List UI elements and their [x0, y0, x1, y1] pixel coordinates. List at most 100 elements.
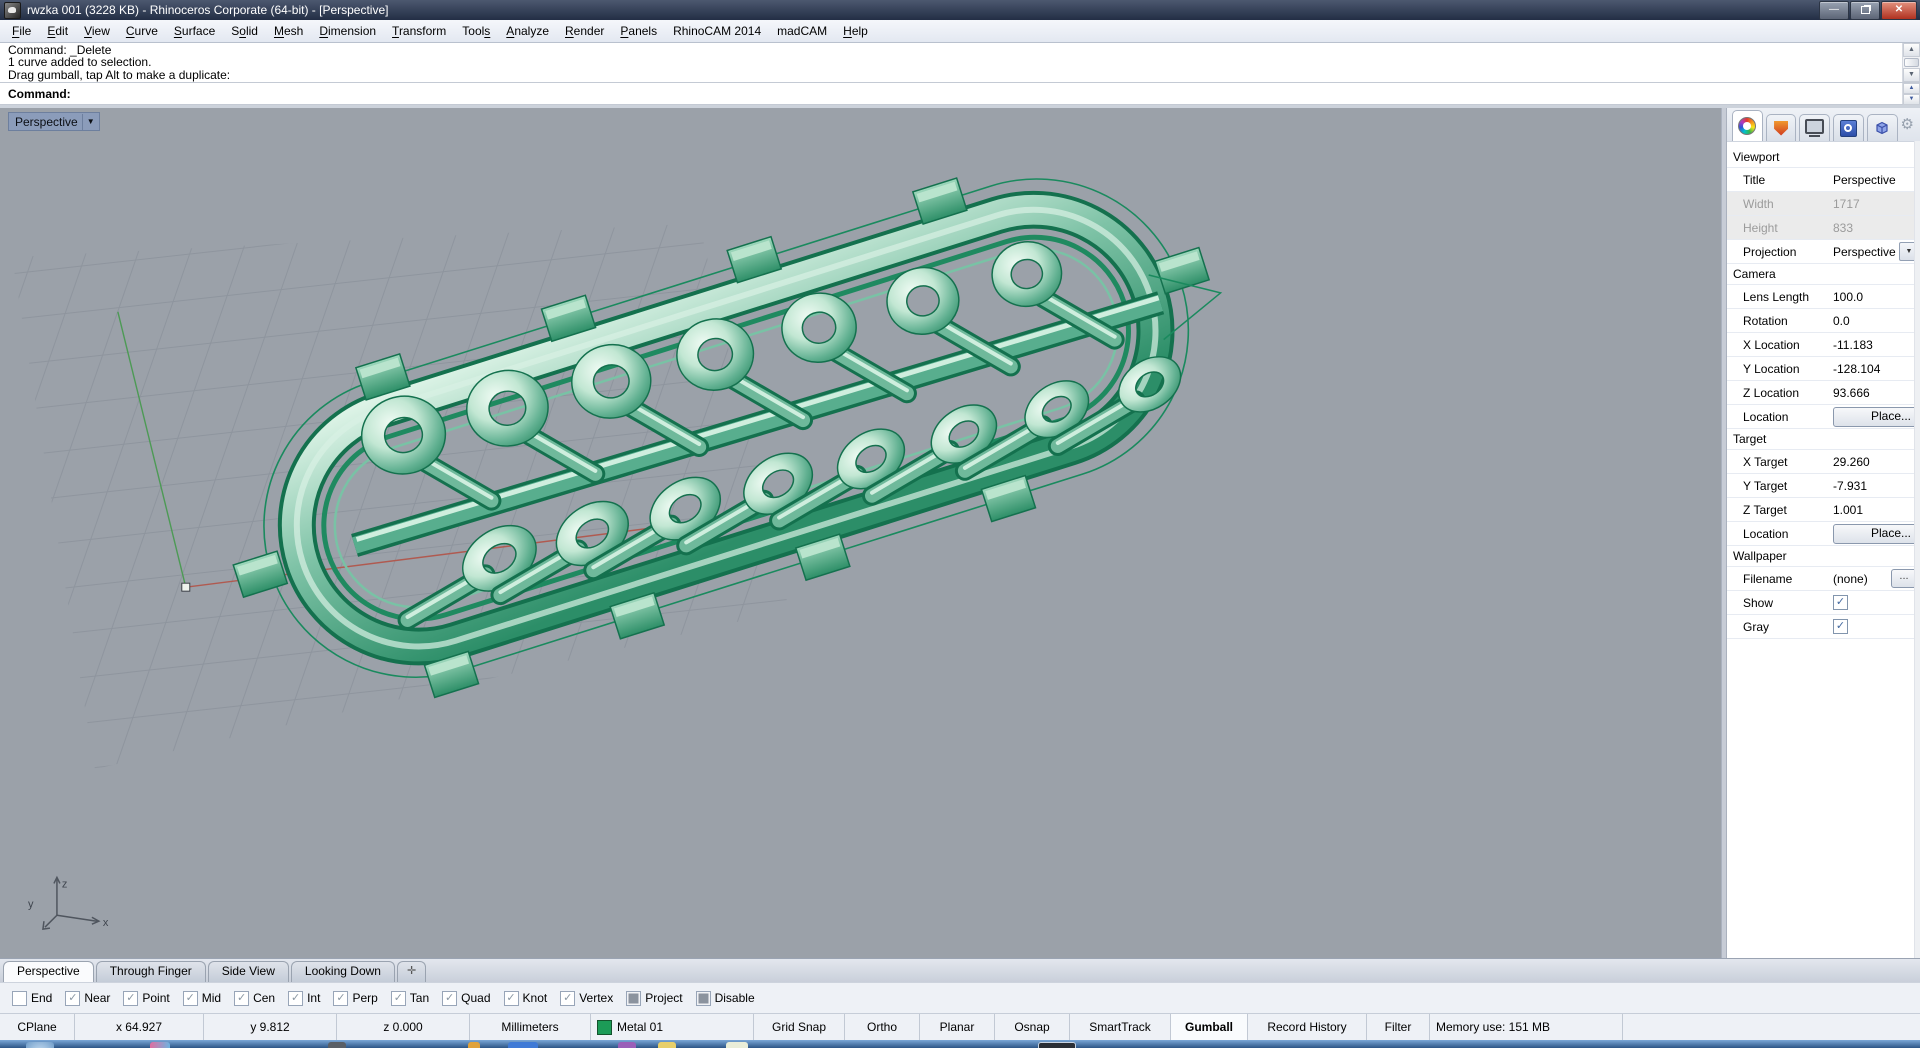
osnap-point[interactable]: ✓Point: [123, 991, 169, 1006]
taskbar-app-icon[interactable]: [1038, 1042, 1076, 1048]
panel-gear-icon[interactable]: ⚙: [1901, 117, 1914, 132]
prop-value[interactable]: -11.183: [1829, 333, 1920, 356]
scroll-thumb[interactable]: [1904, 58, 1919, 67]
osnap-mid[interactable]: ✓Mid: [183, 991, 221, 1006]
menu-tools[interactable]: Tools: [454, 21, 498, 41]
menu-file[interactable]: File: [4, 21, 39, 41]
osnap-disable[interactable]: Disable: [696, 991, 755, 1006]
prop-value[interactable]: -7.931: [1829, 474, 1920, 497]
viewport-menu-caret-icon[interactable]: ▼: [82, 114, 99, 130]
osnap-near[interactable]: ✓Near: [65, 991, 110, 1006]
prop-value[interactable]: (none) ...: [1829, 567, 1920, 590]
menu-madcam[interactable]: madCAM: [769, 21, 835, 41]
menu-edit[interactable]: Edit: [39, 21, 76, 41]
gray-checkbox[interactable]: ✓: [1833, 619, 1848, 634]
osnap-quad[interactable]: ✓Quad: [442, 991, 490, 1006]
taskbar-app-icon[interactable]: [328, 1042, 346, 1048]
osnap-knot[interactable]: ✓Knot: [504, 991, 548, 1006]
status-gumball[interactable]: Gumball: [1171, 1014, 1248, 1040]
prop-row-filename: Filename (none) ...: [1727, 567, 1920, 591]
menu-view[interactable]: View: [76, 21, 118, 41]
menu-help[interactable]: Help: [835, 21, 876, 41]
prop-value[interactable]: -128.104: [1829, 357, 1920, 380]
section-header-target: Target: [1727, 429, 1920, 450]
taskbar-app-icon[interactable]: [658, 1042, 676, 1048]
close-button[interactable]: ✕: [1881, 1, 1917, 20]
viewport-tab-perspective[interactable]: Perspective: [3, 961, 94, 982]
show-checkbox[interactable]: ✓: [1833, 595, 1848, 610]
taskbar-app-icon[interactable]: [150, 1042, 170, 1048]
target-place-button[interactable]: Place...: [1833, 524, 1920, 544]
start-orb[interactable]: [26, 1042, 54, 1048]
menu-surface[interactable]: Surface: [166, 21, 223, 41]
taskbar-app-icon[interactable]: [726, 1042, 748, 1048]
command-prompt-spinner[interactable]: ▲ ▼: [1902, 83, 1920, 104]
minimize-button[interactable]: —: [1819, 1, 1849, 20]
viewport-title-menu[interactable]: Perspective ▼: [8, 112, 100, 131]
prop-value[interactable]: 1.001: [1829, 498, 1920, 521]
new-viewport-tab-button[interactable]: ✛: [397, 961, 426, 982]
status-units[interactable]: Millimeters: [470, 1014, 591, 1040]
prop-value[interactable]: 93.666: [1829, 381, 1920, 404]
menu-analyze[interactable]: Analyze: [498, 21, 557, 41]
osnap-tan[interactable]: ✓Tan: [391, 991, 429, 1006]
tab-properties[interactable]: [1732, 110, 1763, 141]
tab-object[interactable]: [1867, 114, 1898, 141]
tab-display[interactable]: [1799, 114, 1830, 141]
tab-material[interactable]: [1766, 114, 1797, 141]
status-ortho[interactable]: Ortho: [845, 1014, 920, 1040]
tab-help[interactable]: [1833, 114, 1864, 141]
prop-value[interactable]: 0.0: [1829, 309, 1920, 332]
menu-panels[interactable]: Panels: [612, 21, 665, 41]
status-grid-snap[interactable]: Grid Snap: [754, 1014, 845, 1040]
menu-mesh[interactable]: Mesh: [266, 21, 311, 41]
status-osnap[interactable]: Osnap: [995, 1014, 1070, 1040]
model-3d[interactable]: [187, 115, 1259, 743]
viewport-canvas[interactable]: z x y: [0, 108, 1721, 958]
taskbar-app-icon[interactable]: [508, 1042, 538, 1048]
status-planar[interactable]: Planar: [920, 1014, 995, 1040]
status-record-history[interactable]: Record History: [1248, 1014, 1367, 1040]
status-filter[interactable]: Filter: [1367, 1014, 1430, 1040]
scroll-down-icon[interactable]: ▼: [1903, 68, 1920, 82]
taskbar-app-icon[interactable]: [618, 1042, 636, 1048]
app-icon[interactable]: [4, 2, 21, 19]
prop-value[interactable]: 29.260: [1829, 450, 1920, 473]
menu-render[interactable]: Render: [557, 21, 612, 41]
menu-rhinocam[interactable]: RhinoCAM 2014: [665, 21, 769, 41]
prop-value[interactable]: Perspective ▼: [1829, 240, 1920, 263]
spinner-down-icon[interactable]: ▼: [1903, 94, 1920, 105]
osnap-label: Project: [645, 991, 682, 1005]
perspective-viewport[interactable]: z x y Perspective ▼: [0, 108, 1721, 958]
prop-value: Place...: [1829, 405, 1920, 428]
prop-value[interactable]: 100.0: [1829, 285, 1920, 308]
prop-value[interactable]: Perspective: [1829, 168, 1920, 191]
layer-name: Metal 01: [617, 1020, 663, 1034]
restore-button[interactable]: [1850, 1, 1880, 20]
status-smarttrack[interactable]: SmartTrack: [1070, 1014, 1171, 1040]
camera-place-button[interactable]: Place...: [1833, 407, 1920, 427]
filename-value: (none): [1833, 572, 1868, 586]
axis-z-label: z: [62, 878, 67, 890]
osnap-int[interactable]: ✓Int: [288, 991, 320, 1006]
menu-solid[interactable]: Solid: [223, 21, 266, 41]
viewport-tab-side-view[interactable]: Side View: [208, 961, 289, 982]
osnap-project[interactable]: Project: [626, 991, 682, 1006]
scroll-up-icon[interactable]: ▲: [1903, 43, 1920, 57]
command-history-scrollbar[interactable]: ▲ ▼: [1902, 43, 1920, 82]
status-layer[interactable]: Metal 01: [591, 1014, 754, 1040]
osnap-vertex[interactable]: ✓Vertex: [560, 991, 613, 1006]
menu-dimension[interactable]: Dimension: [311, 21, 384, 41]
osnap-cen[interactable]: ✓Cen: [234, 991, 275, 1006]
menu-curve[interactable]: Curve: [118, 21, 166, 41]
menu-transform[interactable]: Transform: [384, 21, 454, 41]
command-prompt[interactable]: Command: ▲ ▼: [0, 83, 1920, 105]
spinner-up-icon[interactable]: ▲: [1903, 83, 1920, 94]
osnap-end[interactable]: End: [12, 991, 52, 1006]
viewport-tab-looking-down[interactable]: Looking Down: [291, 961, 395, 982]
status-cplane[interactable]: CPlane: [0, 1014, 75, 1040]
viewport-tab-through-finger[interactable]: Through Finger: [96, 961, 206, 982]
panel-scrollbar[interactable]: [1914, 141, 1920, 958]
osnap-perp[interactable]: ✓Perp: [333, 991, 377, 1006]
taskbar-app-icon[interactable]: [468, 1042, 480, 1048]
